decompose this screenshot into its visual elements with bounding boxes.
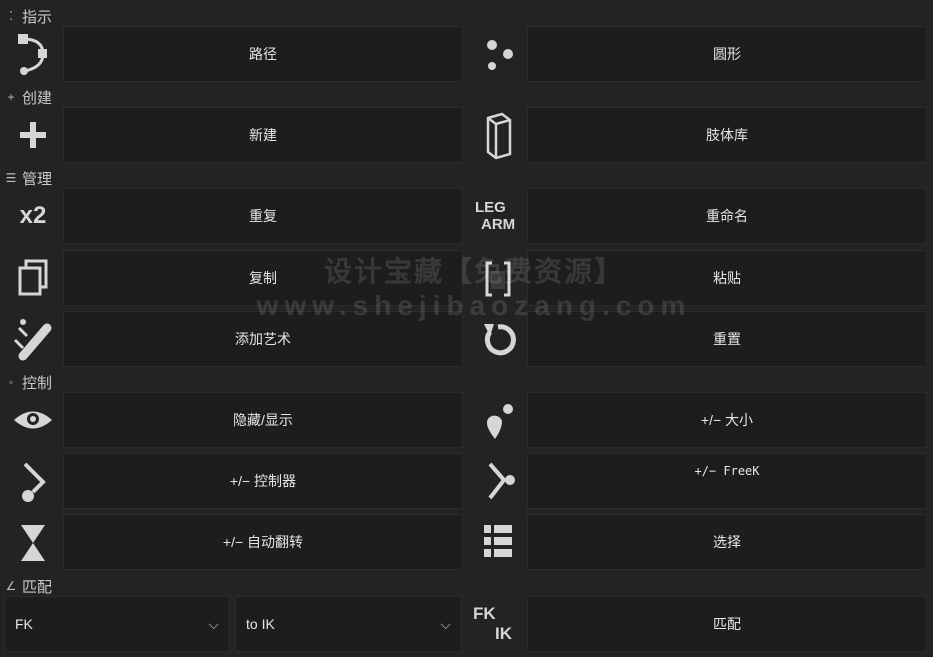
size-icon[interactable] xyxy=(473,391,523,449)
circle-button[interactable]: 圆形 xyxy=(527,26,927,82)
rename-button[interactable]: 重命名 xyxy=(527,188,927,244)
copy-icon[interactable] xyxy=(8,249,58,307)
freek-button[interactable]: +/− FreeK xyxy=(527,453,927,509)
from-dropdown-value: FK xyxy=(15,616,33,632)
angle-icon: ∠ xyxy=(5,579,17,593)
to-dropdown-value: to IK xyxy=(246,616,275,632)
section-manage: ☰ 管理 xyxy=(5,169,933,188)
limb-library-button[interactable]: 肢体库 xyxy=(527,107,927,163)
paste-button[interactable]: 粘贴 xyxy=(527,250,927,306)
eye-icon[interactable] xyxy=(8,391,58,449)
chevron-down-icon: ⌵ xyxy=(208,615,219,632)
leg-icon-text: LEG xyxy=(475,199,506,216)
auto-flip-button[interactable]: +/− 自动翻转 xyxy=(63,514,463,570)
reset-icon[interactable] xyxy=(473,310,523,368)
control-section-icon: ◦ xyxy=(8,375,14,389)
section-match-label: 匹配 xyxy=(22,578,53,596)
section-create: + 创建 xyxy=(5,88,933,107)
add-art-icon[interactable] xyxy=(8,310,58,368)
section-indicate-label: 指示 xyxy=(22,8,53,26)
chevron-down-icon: ⌵ xyxy=(440,615,451,632)
select-list-icon[interactable] xyxy=(473,513,523,571)
create-section-icon: + xyxy=(7,90,15,104)
to-dropdown[interactable]: to IK ⌵ xyxy=(235,596,462,652)
controller-button[interactable]: +/− 控制器 xyxy=(63,453,463,509)
limb-library-icon[interactable] xyxy=(473,106,523,164)
section-match: ∠ 匹配 xyxy=(5,577,933,596)
reset-button[interactable]: 重置 xyxy=(527,311,927,367)
auto-flip-icon[interactable] xyxy=(8,513,58,571)
freek-button-label: +/− FreeK xyxy=(694,464,760,478)
menu-icon: ☰ xyxy=(5,171,17,185)
x2-icon-text: x2 xyxy=(19,202,47,229)
freek-icon[interactable] xyxy=(473,452,523,510)
arm-icon-text: ARM xyxy=(481,216,516,233)
duplicate-button[interactable]: 重复 xyxy=(63,188,463,244)
controller-icon[interactable] xyxy=(8,452,58,510)
paste-icon[interactable] xyxy=(473,249,523,307)
section-control: ◦ 控制 xyxy=(5,373,933,392)
select-button[interactable]: 选择 xyxy=(527,514,927,570)
copy-button[interactable]: 复制 xyxy=(63,250,463,306)
size-button[interactable]: +/− 大小 xyxy=(527,392,927,448)
ik-icon-text: IK xyxy=(495,624,512,643)
path-button[interactable]: 路径 xyxy=(63,26,463,82)
fk-icon-text: FK xyxy=(473,604,496,623)
indicate-section-icon: ⁚ xyxy=(9,9,13,23)
leg-arm-icon[interactable]: LEG ARM xyxy=(472,187,522,245)
circle-icon[interactable] xyxy=(473,25,523,83)
match-button[interactable]: 匹配 xyxy=(527,596,927,652)
new-button[interactable]: 新建 xyxy=(63,107,463,163)
plus-icon[interactable] xyxy=(8,106,58,164)
fk-ik-icon[interactable]: FK IK xyxy=(471,595,521,653)
hide-show-button[interactable]: 隐藏/显示 xyxy=(63,392,463,448)
from-dropdown[interactable]: FK ⌵ xyxy=(4,596,230,652)
section-manage-label: 管理 xyxy=(22,170,53,188)
x2-icon[interactable]: x2 xyxy=(8,187,58,245)
section-indicate: ⁚ 指示 xyxy=(5,7,933,26)
section-create-label: 创建 xyxy=(22,89,53,107)
section-control-label: 控制 xyxy=(22,374,53,392)
add-art-button[interactable]: 添加艺术 xyxy=(63,311,463,367)
path-icon[interactable] xyxy=(8,25,58,83)
